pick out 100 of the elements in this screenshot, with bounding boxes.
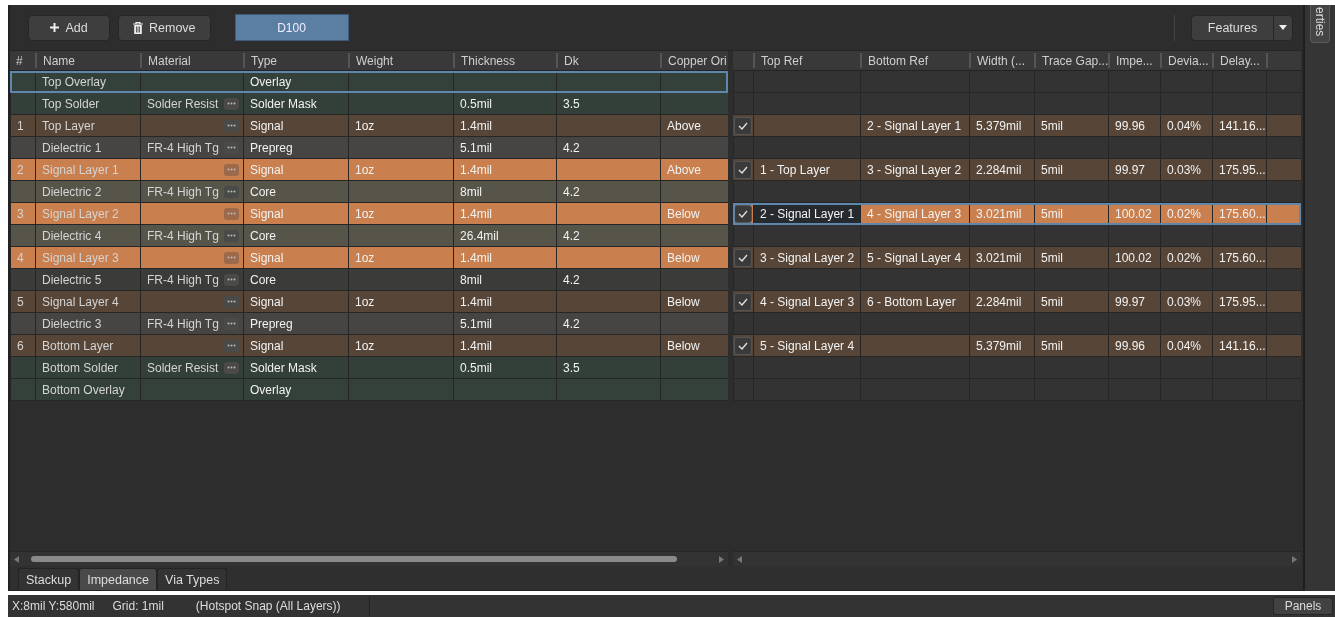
table-cell: Top Layer: [35, 115, 140, 136]
ellipsis-icon: [227, 300, 236, 303]
column-header[interactable]: Weight: [348, 53, 453, 68]
table-cell: 1oz: [348, 247, 453, 268]
layer-row[interactable]: Dielectric 1 FR-4 High Tg Prepreg 5.1mil 4.2: [10, 137, 728, 159]
column-header[interactable]: Name: [35, 53, 140, 68]
table-cell: Dielectric 3: [35, 313, 140, 334]
column-header[interactable]: Top Ref: [753, 53, 860, 68]
checkmark-icon: [738, 342, 748, 350]
ellipsis-icon: [227, 344, 236, 347]
checkbox[interactable]: [734, 249, 752, 267]
features-button[interactable]: Features: [1191, 14, 1293, 41]
table-cell: 6: [10, 335, 35, 356]
checkbox[interactable]: [734, 293, 752, 311]
checkbox[interactable]: [734, 337, 752, 355]
column-header[interactable]: Copper Ori: [660, 53, 728, 68]
column-header[interactable]: Impe...: [1108, 53, 1160, 68]
table-cell: 26.4mil: [453, 225, 556, 246]
checkbox[interactable]: [734, 205, 752, 223]
table-cell: Below: [660, 203, 728, 224]
column-header[interactable]: Trace Gap...: [1034, 53, 1108, 68]
ellipsis-icon: [227, 256, 236, 259]
panels-button[interactable]: Panels: [1273, 597, 1333, 615]
tab[interactable]: Via Types: [157, 568, 228, 590]
layer-row[interactable]: Dielectric 3 FR-4 High Tg Prepreg 5.1mil 4.2: [10, 313, 728, 335]
table-cell: 8mil: [453, 269, 556, 290]
horizontal-scrollbar[interactable]: [733, 551, 1301, 566]
impedance-row[interactable]: 4 - Signal Layer 3 6 - Bottom Layer 2.284mil 5mil 99.97 0.03% 175.95...: [733, 291, 1301, 313]
material-picker-button[interactable]: [224, 317, 239, 330]
column-header[interactable]: Dk: [556, 53, 660, 68]
table-cell: Core: [243, 269, 348, 290]
ellipsis-icon: [227, 102, 236, 105]
material-picker-button[interactable]: [224, 141, 239, 154]
table-cell: 1oz: [348, 203, 453, 224]
remove-button[interactable]: Remove: [118, 14, 211, 41]
table-cell: Bottom Overlay: [35, 379, 140, 400]
table-cell: Solder Resist: [147, 96, 219, 111]
impedance-row[interactable]: 3 - Signal Layer 2 5 - Signal Layer 4 3.021mil 5mil 100.02 0.02% 175.60...: [733, 247, 1301, 269]
layer-row[interactable]: Dielectric 5 FR-4 High Tg Core 8mil 4.2: [10, 269, 728, 291]
material-picker-button[interactable]: [224, 97, 239, 110]
table-cell: 1: [10, 115, 35, 136]
checkmark-icon: [738, 210, 748, 218]
material-picker-button[interactable]: [224, 273, 239, 286]
column-header[interactable]: Bottom Ref: [860, 53, 969, 68]
column-header[interactable]: Type: [243, 53, 348, 68]
checkbox[interactable]: [734, 117, 752, 135]
column-header[interactable]: #: [10, 53, 35, 68]
material-picker-button[interactable]: [224, 229, 239, 242]
table-cell: Prepreg: [243, 313, 348, 334]
material-picker-button[interactable]: [224, 339, 239, 352]
scroll-right-icon[interactable]: [1292, 555, 1297, 563]
column-header[interactable]: Thickness: [453, 53, 556, 68]
material-picker-button[interactable]: [224, 295, 239, 308]
layer-row[interactable]: Bottom Solder Solder Resist Solder Mask 0.5mil 3.5: [10, 357, 728, 379]
edit-field[interactable]: 2 - Signal Layer 1: [753, 203, 860, 225]
table-cell: Below: [660, 335, 728, 356]
plus-icon: [50, 23, 60, 32]
column-header[interactable]: Material: [140, 53, 243, 68]
material-picker-button[interactable]: [224, 361, 239, 374]
horizontal-scrollbar[interactable]: [10, 551, 728, 566]
layer-row[interactable]: Dielectric 2 FR-4 High Tg Core 8mil 4.2: [10, 181, 728, 203]
material-picker-button[interactable]: [224, 185, 239, 198]
side-panel-tab[interactable]: erties: [1310, 5, 1330, 44]
material-picker-button[interactable]: [224, 163, 239, 176]
layer-row[interactable]: 6 Bottom Layer Signal 1oz 1.4mil Below: [10, 335, 728, 357]
impedance-row[interactable]: 2 - Signal Layer 1 4 - Signal Layer 3 3.021mil 5mil 100.02 0.02% 175.60...: [733, 203, 1301, 225]
layer-row[interactable]: Dielectric 4 FR-4 High Tg Core 26.4mil 4.2: [10, 225, 728, 247]
material-picker-button[interactable]: [224, 207, 239, 220]
layer-row[interactable]: 1 Top Layer Signal 1oz 1.4mil Above: [10, 115, 728, 137]
table-cell: Solder Mask: [243, 93, 348, 114]
column-header[interactable]: Devia...: [1160, 53, 1212, 68]
table-cell: 3: [10, 203, 35, 224]
layer-row[interactable]: Bottom Overlay Overlay: [10, 379, 728, 401]
column-header[interactable]: Delay...: [1212, 53, 1266, 68]
scroll-left-icon[interactable]: [737, 555, 742, 563]
ellipsis-icon: [227, 212, 236, 215]
impedance-row[interactable]: 2 - Signal Layer 1 5.379mil 5mil 99.96 0.04% 141.16...: [733, 115, 1301, 137]
checkmark-icon: [738, 166, 748, 174]
table-cell: Bottom Solder: [35, 357, 140, 378]
stack-name-field[interactable]: D100: [234, 14, 349, 41]
layer-row[interactable]: 5 Signal Layer 4 Signal 1oz 1.4mil Below: [10, 291, 728, 313]
column-header[interactable]: Width (...: [969, 53, 1034, 68]
table-cell: FR-4 High Tg: [147, 316, 219, 331]
table-cell: Solder Mask: [243, 357, 348, 378]
tab[interactable]: Impedance: [79, 568, 158, 590]
add-button[interactable]: Add: [28, 14, 110, 41]
ellipsis-icon: [227, 168, 236, 171]
material-picker-button[interactable]: [224, 119, 239, 132]
tab[interactable]: Stackup: [18, 568, 80, 590]
material-picker-button[interactable]: [224, 251, 239, 264]
scroll-left-icon[interactable]: [14, 555, 19, 563]
table-cell: 8mil: [453, 181, 556, 202]
layer-row[interactable]: Top Solder Solder Resist Solder Mask 0.5mil 3.5: [10, 93, 728, 115]
scrollbar-thumb[interactable]: [31, 556, 677, 562]
scroll-right-icon[interactable]: [719, 555, 724, 563]
table-cell: 1.4mil: [453, 247, 556, 268]
checkbox[interactable]: [734, 161, 752, 179]
impedance-row[interactable]: 5 - Signal Layer 4 5.379mil 5mil 99.96 0.04% 141.16...: [733, 335, 1301, 357]
impedance-row[interactable]: 1 - Top Layer 3 - Signal Layer 2 2.284mil 5mil 99.97 0.03% 175.95...: [733, 159, 1301, 181]
layer-row[interactable]: Top Overlay Overlay: [10, 71, 728, 93]
